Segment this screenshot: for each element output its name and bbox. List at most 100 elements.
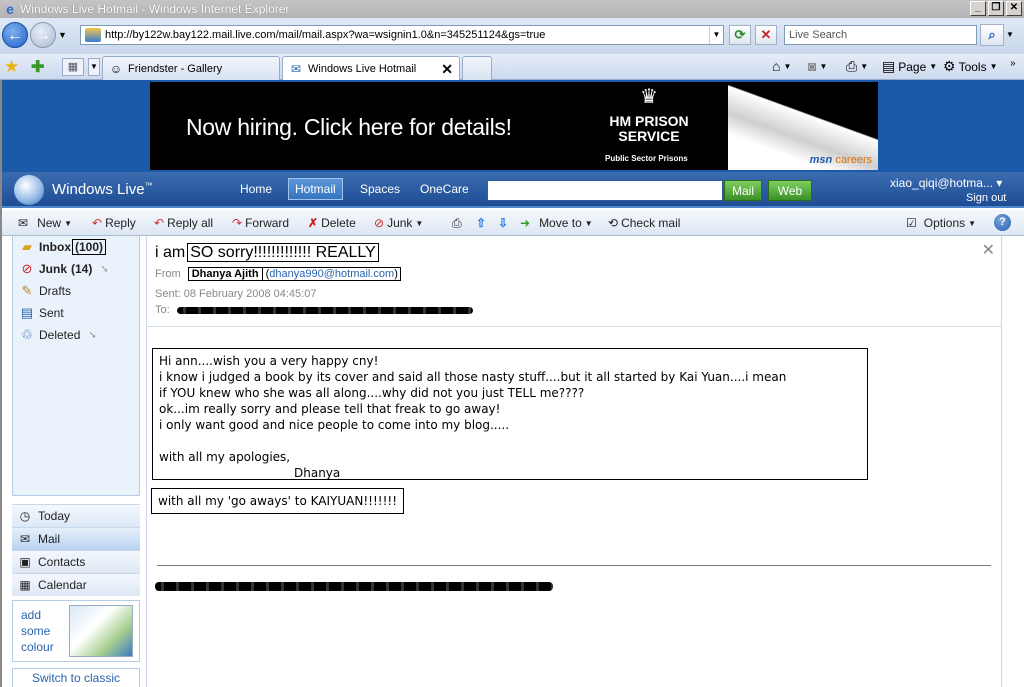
quick-tabs-icon[interactable]: ▦ — [62, 58, 84, 76]
drafts-pencil-icon: ✎ — [21, 283, 33, 298]
search-icon[interactable]: ⌕ — [980, 24, 1004, 46]
search-mail-button[interactable]: Mail — [724, 180, 762, 201]
mail-icon: ✉ — [19, 532, 31, 546]
home-button[interactable]: ⌂ ▼ — [772, 58, 791, 74]
folder-inbox[interactable]: ▰ Inbox (100) — [19, 239, 107, 255]
arrow-down-icon: ⇩ — [498, 216, 509, 230]
ad-banner[interactable]: Now hiring. Click here for details! ♛ HM… — [150, 82, 878, 170]
sender-name[interactable]: Dhanya Ajith — [187, 267, 263, 281]
window-title: Windows Live Hotmail - Windows Internet … — [20, 2, 290, 16]
page-favicon-icon — [85, 28, 101, 42]
tab-hotmail[interactable]: ✉ Windows Live Hotmail ✕ — [282, 56, 460, 80]
reply-all-icon: ↶ — [154, 216, 165, 230]
forward-button[interactable]: → — [30, 22, 56, 48]
address-bar-row: ← → ▼ http://by122w.bay122.mail.live.com… — [0, 18, 1024, 54]
header-search-input[interactable] — [487, 180, 723, 201]
nav-onecare[interactable]: OneCare — [420, 182, 469, 196]
address-field[interactable]: http://by122w.bay122.mail.live.com/mail/… — [80, 25, 724, 45]
tab-friendster[interactable]: ☺ Friendster - Gallery — [102, 56, 280, 80]
close-window-button[interactable]: ✕ — [1006, 1, 1022, 16]
friendster-favicon-icon: ☺ — [109, 61, 123, 76]
empty-junk-icon[interactable]: ➘ — [100, 264, 108, 275]
nav-spaces[interactable]: Spaces — [360, 182, 400, 196]
ie-logo-icon: e — [6, 1, 14, 17]
live-search-input[interactable]: Live Search — [784, 25, 977, 45]
close-tab-icon[interactable]: ✕ — [441, 61, 453, 78]
reply-button[interactable]: ↶ Reply — [92, 216, 136, 230]
windows-live-brand[interactable]: Windows Live™ — [52, 181, 153, 198]
window-controls: _ ❐ ✕ — [970, 1, 1022, 16]
refresh-icon[interactable]: ⟳ — [729, 25, 751, 45]
message-subject: i am SO sorry!!!!!!!!!!!!! REALLY — [155, 243, 379, 262]
delete-button[interactable]: ✗ Delete — [308, 216, 356, 230]
maximize-button[interactable]: ❐ — [988, 1, 1004, 16]
reply-all-button[interactable]: ↶ Reply all — [154, 216, 213, 230]
tools-menu[interactable]: ⚙ Tools ▼ — [943, 58, 998, 75]
ad-headline[interactable]: Now hiring. Click here for details! — [186, 114, 512, 141]
page-menu[interactable]: ▤ Page ▼ — [882, 58, 937, 75]
move-to-button[interactable]: ➜ Move to ▼ — [520, 216, 593, 230]
close-message-icon[interactable]: ✕ — [982, 240, 995, 260]
url-text[interactable]: http://by122w.bay122.mail.live.com/mail/… — [105, 29, 709, 41]
nav-hotmail[interactable]: Hotmail — [288, 178, 343, 200]
folder-deleted[interactable]: ♲ Deleted ➘ — [19, 327, 97, 343]
section-today[interactable]: ◷ Today — [12, 504, 140, 527]
history-dropdown-icon[interactable]: ▼ — [58, 30, 67, 40]
printer-icon: ⎙ — [846, 58, 858, 74]
check-mail-button[interactable]: ⟲ Check mail — [608, 216, 680, 230]
add-favorite-icon[interactable]: ✚ — [31, 57, 44, 77]
nav-home[interactable]: Home — [240, 182, 272, 196]
minimize-button[interactable]: _ — [970, 1, 986, 16]
page-icon: ▤ — [882, 58, 896, 74]
stop-icon[interactable]: ✕ — [755, 25, 777, 45]
section-calendar[interactable]: ▦ Calendar — [12, 573, 140, 596]
message-to: To: — [155, 304, 170, 316]
tab-list-dropdown-icon[interactable]: ▼ — [88, 58, 100, 76]
search-options-dropdown-icon[interactable]: ▼ — [1006, 30, 1014, 39]
section-mail[interactable]: ✉ Mail — [12, 527, 140, 550]
search-web-button[interactable]: Web — [768, 180, 812, 201]
forward-icon: ↷ — [232, 216, 243, 230]
message-from: From Dhanya Ajith (dhanya990@hotmail.com… — [155, 267, 401, 281]
reading-pane: i am SO sorry!!!!!!!!!!!!! REALLY ✕ From … — [146, 236, 1002, 687]
ad-tagline: Public Sector Prisons — [605, 154, 688, 163]
switch-to-classic-link[interactable]: Switch to classic — [12, 668, 140, 687]
back-button[interactable]: ← — [2, 22, 28, 48]
sender-email-link[interactable]: dhanya990@hotmail.com — [269, 268, 394, 280]
empty-deleted-icon[interactable]: ➘ — [88, 330, 96, 341]
next-message-button[interactable]: ⇩ — [498, 216, 508, 230]
message-sent: Sent: 08 February 2008 04:45:07 — [155, 288, 317, 300]
sent-folder-icon: ▤ — [20, 305, 34, 320]
address-dropdown-icon[interactable]: ▼ — [709, 26, 723, 44]
feeds-button[interactable]: ◙ ▼ — [808, 58, 827, 74]
forward-mail-button[interactable]: ↷ Forward — [232, 216, 289, 230]
junk-folder-icon: ⊘ — [21, 261, 33, 276]
folder-junk[interactable]: ⊘ Junk (14) ➘ — [19, 261, 109, 277]
folder-sent[interactable]: ▤ Sent — [19, 305, 64, 321]
trash-icon: ♲ — [21, 327, 33, 342]
folder-drafts[interactable]: ✎ Drafts — [19, 283, 71, 299]
print-mail-button[interactable]: ⎙ — [452, 216, 462, 231]
favorites-star-icon[interactable]: ★ — [4, 57, 19, 77]
junk-button[interactable]: ⊘ Junk ▼ — [374, 216, 423, 230]
new-button[interactable]: ✉ New ▼ — [18, 216, 72, 230]
help-icon[interactable]: ? — [994, 214, 1011, 231]
add-colour-promo[interactable]: add some colour — [12, 600, 140, 662]
tab-label: Friendster - Gallery — [128, 62, 223, 75]
toolbar-overflow-icon[interactable]: » — [1010, 58, 1016, 69]
sign-out-link[interactable]: Sign out — [966, 192, 1006, 204]
new-tab-button[interactable] — [462, 56, 492, 80]
options-button[interactable]: ☑ Options ▼ — [906, 216, 976, 230]
section-contacts[interactable]: ▣ Contacts — [12, 550, 140, 573]
theme-thumbnail[interactable] — [69, 605, 133, 657]
tab-label: Windows Live Hotmail — [308, 62, 417, 75]
print-button[interactable]: ⎙ ▼ — [846, 58, 868, 75]
user-account-menu[interactable]: xiao_qiqi@hotma... ▾ — [890, 176, 1002, 190]
windows-logo-icon[interactable] — [14, 175, 44, 205]
move-icon: ➜ — [520, 216, 531, 230]
gear-icon: ⚙ — [943, 58, 956, 74]
contacts-icon: ▣ — [19, 555, 31, 569]
promo-text[interactable]: add some colour — [21, 607, 54, 655]
tab-bar: ★ ✚ ▦ ▼ ☺ Friendster - Gallery ✉ Windows… — [0, 54, 1024, 80]
previous-message-button[interactable]: ⇧ — [476, 216, 486, 230]
